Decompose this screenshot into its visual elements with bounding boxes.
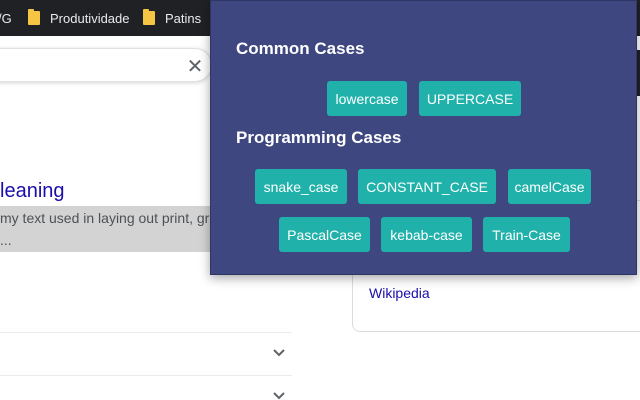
lowercase-button[interactable]: lowercase [327, 81, 407, 116]
chevron-down-icon [273, 392, 285, 400]
related-question-row[interactable] [0, 332, 292, 374]
related-question-row[interactable] [0, 375, 292, 400]
pascal-case-button[interactable]: PascalCase [279, 217, 370, 252]
bookmark-partial[interactable]: /G [0, 0, 12, 36]
folder-icon [28, 9, 40, 25]
result-snippet: my text used in laying out print, gra [0, 210, 218, 226]
case-converter-popup: Common Cases lowercase UPPERCASE Program… [210, 0, 637, 275]
snake-case-button[interactable]: snake_case [255, 169, 347, 204]
bookmark-partial-label: /G [0, 10, 12, 26]
bookmark-produtividade[interactable]: Produtividade [28, 0, 130, 36]
section-heading-programming: Programming Cases [236, 128, 402, 147]
bookmark-label: Produtividade [50, 10, 130, 26]
folder-icon [143, 9, 155, 25]
constant-case-button[interactable]: CONSTANT_CASE [358, 169, 496, 204]
result-snippet-more: ... [0, 232, 12, 248]
result-title-link[interactable]: leaning [0, 180, 65, 203]
train-case-button[interactable]: Train-Case [483, 217, 570, 252]
bookmark-patins[interactable]: Patins [143, 0, 201, 36]
search-input[interactable] [0, 48, 212, 82]
chevron-down-icon [273, 349, 285, 357]
kebab-case-button[interactable]: kebab-case [381, 217, 472, 252]
bookmark-label: Patins [165, 10, 202, 26]
close-icon[interactable]: ✕ [185, 56, 205, 76]
section-heading-common: Common Cases [236, 39, 365, 58]
camel-case-button[interactable]: camelCase [508, 169, 591, 204]
wikipedia-link[interactable]: Wikipedia [369, 285, 430, 301]
uppercase-button[interactable]: UPPERCASE [419, 81, 521, 116]
